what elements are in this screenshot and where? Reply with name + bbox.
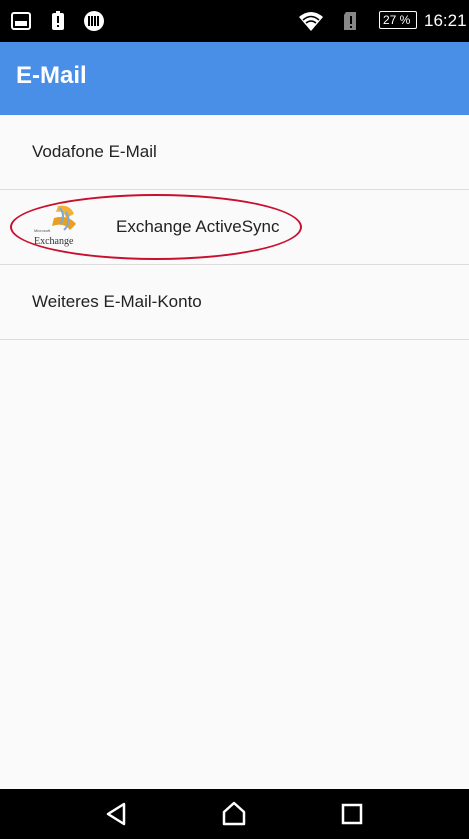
battery-icon: 27 % bbox=[379, 11, 417, 29]
screenshot-icon bbox=[11, 12, 31, 30]
account-type-list: Vodafone E-Mail Microsoft Exchange Excha… bbox=[0, 115, 469, 340]
wifi-icon bbox=[299, 12, 323, 31]
battery-percent: 27 % bbox=[383, 13, 411, 27]
list-item-label: Exchange ActiveSync bbox=[116, 217, 280, 236]
back-icon[interactable] bbox=[102, 800, 130, 828]
data-saver-icon bbox=[84, 11, 104, 31]
list-item-other-email-account[interactable]: Weiteres E-Mail-Konto bbox=[0, 265, 469, 340]
list-item-label: Weiteres E-Mail-Konto bbox=[32, 292, 202, 311]
exchange-logo-icon: Microsoft Exchange bbox=[30, 200, 94, 254]
list-item-exchange-activesync[interactable]: Microsoft Exchange Exchange ActiveSync bbox=[0, 190, 469, 265]
app-bar: E-Mail bbox=[0, 42, 469, 115]
home-icon[interactable] bbox=[220, 800, 248, 828]
recents-icon[interactable] bbox=[338, 800, 366, 828]
page-title: E-Mail bbox=[16, 62, 87, 89]
list-item-label: Vodafone E-Mail bbox=[32, 142, 157, 161]
battery-alert-icon bbox=[52, 11, 64, 30]
sim-alert-icon bbox=[344, 12, 356, 30]
list-item-vodafone-email[interactable]: Vodafone E-Mail bbox=[0, 115, 469, 190]
clock: 16:21 bbox=[424, 11, 467, 30]
logo-text: Exchange bbox=[34, 236, 74, 247]
logo-small-text: Microsoft bbox=[34, 228, 51, 233]
navigation-bar bbox=[0, 789, 469, 839]
status-bar: 27 % 16:21 bbox=[0, 0, 469, 42]
